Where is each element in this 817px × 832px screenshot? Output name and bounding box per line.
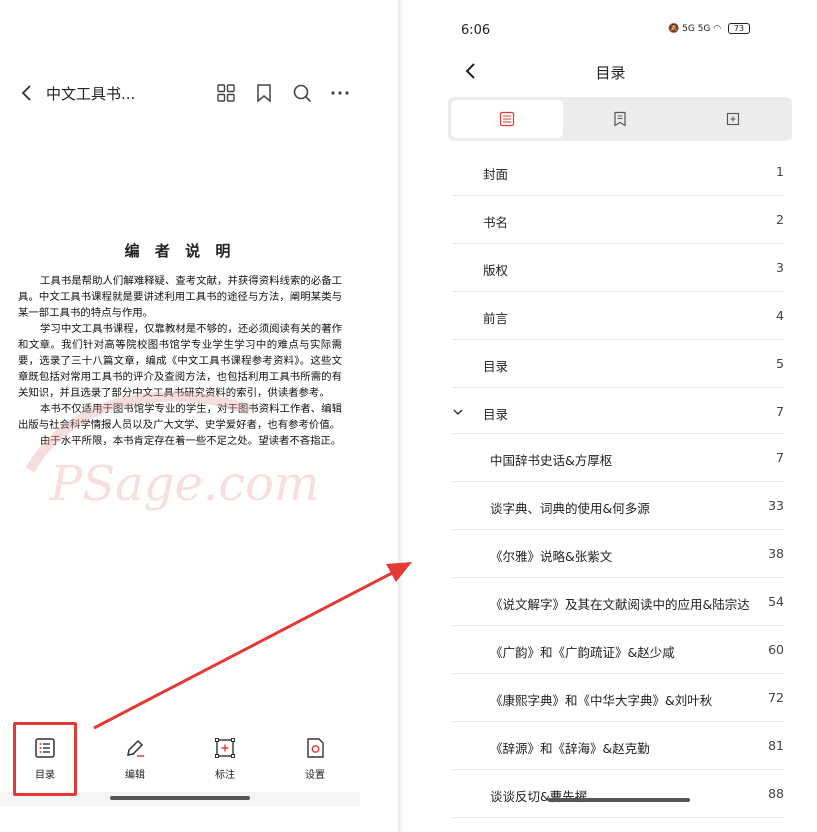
document-paragraph: 由于水平所限，本书肯定存在着一些不足之处。望读者不吝指正。 [40, 435, 342, 447]
grid-icon[interactable] [215, 82, 237, 104]
toc-item-page: 88 [768, 786, 784, 801]
toc-item-label: 前言 [483, 311, 509, 326]
mute-icon: 🔕 [668, 24, 680, 34]
reader-header: 中文工具书... [0, 78, 400, 108]
list-icon [499, 111, 515, 127]
toc-panel: 6:06 🔕 5G 5G ◠ 73 目录 封面 1 书名 2 版权 3 前言 4… [404, 0, 817, 832]
book-title: 中文工具书... [46, 85, 136, 103]
toc-item-label: 《康熙字典》和《中华大字典》&刘叶秋 [490, 693, 713, 708]
toc-item-label: 《说文解字》及其在文献阅读中的应用&陆宗达 [490, 597, 750, 612]
toc-item-page: 7 [776, 404, 784, 419]
toc-item-label: 谈谈反切&曹先擢 [490, 789, 588, 804]
search-icon[interactable] [291, 82, 313, 104]
settings-icon [307, 738, 324, 758]
toc-item[interactable]: 目录 5 [452, 340, 784, 388]
signal-icon: 5G 5G [682, 24, 711, 34]
toc-sub-item[interactable]: 《康熙字典》和《中华大字典》&刘叶秋 72 [452, 674, 784, 722]
toc-item-label: 书名 [483, 215, 509, 230]
toc-item[interactable]: 前言 4 [452, 292, 784, 340]
toc-item-page: 81 [768, 738, 784, 753]
toc-sub-item[interactable]: 谈字典、词典的使用&何多源 33 [452, 482, 784, 530]
edit-button[interactable]: 编辑 [105, 736, 165, 781]
svg-text:PSage.com: PSage.com [49, 456, 319, 512]
page-title: 目录 [595, 64, 626, 82]
document-paragraph: 本书不仅适用于图书馆学专业的学生，对于图书资料工作者、编辑出版与社会科学情报人员… [18, 403, 342, 431]
wifi-icon: ◠ [713, 24, 722, 34]
toc-sub-item[interactable]: 中国辞书史话&方厚枢 7 [452, 434, 784, 482]
edit-pen-icon [127, 739, 144, 757]
toc-tab-bar [448, 97, 792, 141]
toc-item-label: 目录 [483, 359, 509, 374]
toc-item-page: 3 [776, 260, 784, 275]
tab-contents[interactable] [451, 100, 563, 138]
toc-item-page: 5 [776, 356, 784, 371]
annotate-icon [215, 738, 235, 758]
toc-item-page: 2 [776, 212, 784, 227]
toc-item-page: 7 [776, 450, 784, 465]
toc-item-page: 60 [768, 642, 784, 657]
toc-sub-item[interactable]: 《辞源》和《辞海》&赵克勤 81 [452, 722, 784, 770]
toc-item-label: 中国辞书史话&方厚枢 [490, 453, 613, 468]
toc-item[interactable]: 版权 3 [452, 244, 784, 292]
toc-item[interactable]: 封面 1 [452, 148, 784, 196]
toc-sub-item[interactable]: 《广韵》和《广韵疏证》&赵少咸 60 [452, 626, 784, 674]
document-paragraph: 工具书是帮助人们解难释疑、查考文献，并获得资料线索的必备工具。中文工具书课程就是… [18, 275, 342, 319]
toc-header: 目录 [404, 58, 817, 86]
toc-item[interactable]: 目录 7 [452, 388, 784, 434]
toc-list: 封面 1 书名 2 版权 3 前言 4 目录 5 目录 7 中国辞书史话&方厚枢 7 谈字典、词典的使用&何… [452, 148, 784, 818]
annotation-icon [726, 112, 740, 126]
toc-item-page: 54 [768, 594, 784, 609]
tab-annotations[interactable] [677, 100, 789, 138]
status-bar: 6:06 🔕 5G 5G ◠ 73 [404, 20, 817, 42]
toc-sub-item[interactable]: 谈谈反切&曹先擢 88 [452, 770, 784, 818]
settings-button-label: 设置 [305, 770, 325, 781]
bookmark-icon [614, 111, 626, 127]
status-icons: 🔕 5G 5G ◠ 73 [668, 23, 750, 34]
document-page: 编 者 说 明 工具书是帮助人们解难释疑、查考文献，并获得资料线索的必备工具。中… [18, 240, 342, 449]
edit-button-label: 编辑 [125, 770, 145, 781]
toc-item-page: 33 [768, 498, 784, 513]
toc-item-label: 《尔雅》说略&张紫文 [490, 549, 613, 564]
annotate-button[interactable]: 标注 [195, 736, 255, 781]
toc-item-label: 目录 [483, 407, 509, 422]
toc-item-label: 《辞源》和《辞海》&赵克勤 [490, 741, 650, 756]
tab-bookmarks[interactable] [564, 100, 676, 138]
reader-panel: 中文工具书... 编 者 说 明 工具书是帮助人们解难释疑、查考文献，并获得资料… [0, 0, 400, 832]
battery-icon: 73 [727, 23, 750, 34]
toc-item-page: 1 [776, 164, 784, 179]
home-indicator[interactable] [548, 798, 690, 802]
toc-button-highlight [13, 722, 77, 796]
toc-sub-item[interactable]: 《尔雅》说略&张紫文 38 [452, 530, 784, 578]
annotate-button-label: 标注 [215, 770, 235, 781]
document-paragraph: 学习中文工具书课程，仅靠教材是不够的，还必须阅读有关的著作和文章。我们针对高等院… [18, 323, 342, 399]
settings-button[interactable]: 设置 [285, 736, 345, 781]
toc-item-page: 4 [776, 308, 784, 323]
document-title: 编 者 说 明 [124, 242, 236, 260]
toc-item-label: 《广韵》和《广韵疏证》&赵少咸 [490, 645, 675, 660]
toc-item-label: 谈字典、词典的使用&何多源 [490, 501, 650, 516]
toc-item-page: 72 [768, 690, 784, 705]
toc-item-label: 封面 [483, 167, 509, 182]
toc-item[interactable]: 书名 2 [452, 196, 784, 244]
toc-item-label: 版权 [483, 263, 509, 278]
home-indicator[interactable] [110, 796, 250, 800]
more-icon[interactable] [329, 82, 351, 104]
back-arrow-icon[interactable] [16, 82, 38, 104]
bookmark-icon[interactable] [253, 82, 275, 104]
status-time: 6:06 [461, 23, 491, 38]
toc-item-page: 38 [768, 546, 784, 561]
toc-sub-item[interactable]: 《说文解字》及其在文献阅读中的应用&陆宗达 54 [452, 578, 784, 626]
chevron-down-icon[interactable] [452, 406, 464, 418]
